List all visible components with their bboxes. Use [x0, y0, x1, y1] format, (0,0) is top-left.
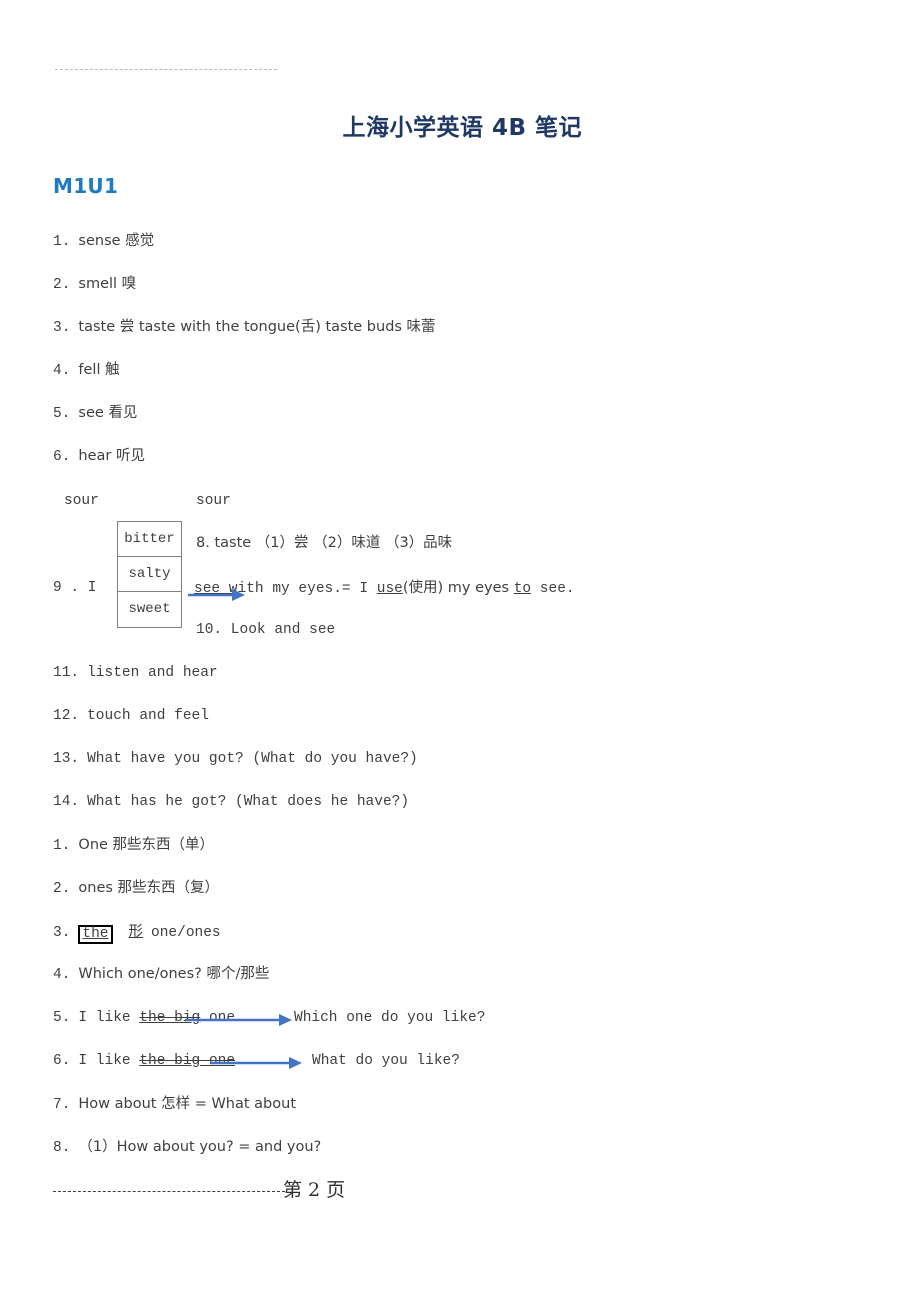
list-item: 10. Look and see	[196, 622, 336, 639]
list-item-number: 8.	[53, 1140, 71, 1156]
list-item: 11. listen and hear	[53, 665, 218, 682]
item6-mid: .	[235, 1053, 244, 1069]
header-dashed-rule	[55, 69, 277, 70]
list-item-text: One 那些东西（单）	[78, 837, 215, 853]
list-item-text: one/ones	[151, 925, 221, 941]
list-item-transform-5: 5. I like the big one.	[53, 1010, 244, 1027]
list-item: 14. What has he got? (What does he have?)	[53, 794, 410, 811]
list-item-text: 8. taste （1）尝 （2）味道 （3）品味	[196, 535, 453, 551]
item6-lead: I like	[78, 1053, 140, 1069]
list-item: 13. What have you got? (What do you have?…	[53, 751, 418, 768]
list-item-number: 4.	[53, 967, 71, 983]
section-heading-m1u1: M1U1	[53, 174, 119, 198]
table-row: sweet	[128, 601, 171, 618]
list-item: 1. sense 感觉	[53, 233, 155, 251]
list-item: 3. taste 尝 taste with the tongue(舌) taste…	[53, 319, 436, 337]
list-item-number: 2.	[53, 277, 71, 293]
underlined-see-w: see w	[194, 581, 238, 597]
list-item-text: （1）How about you? = and you?	[78, 1139, 322, 1155]
item9-segment: see.	[531, 581, 575, 597]
list-item-text: Which one/ones? 哪个/那些	[78, 966, 270, 982]
page-footer: 第 2 页	[53, 1178, 453, 1205]
footer-dashed-rule	[53, 1191, 285, 1192]
flavour-table: bitter salty sweet	[117, 521, 182, 628]
list-item-text: hear 听见	[78, 448, 145, 464]
page-number-label: 第 2 页	[283, 1179, 346, 1201]
list-item: 2. ones 那些东西（复）	[53, 880, 220, 898]
underlined-to: to	[513, 581, 532, 597]
list-item-number: 3.	[53, 320, 71, 336]
underlined-form-char: 形	[128, 924, 144, 940]
list-item-number: 5.	[53, 406, 71, 422]
list-item: 12. touch and feel	[53, 708, 209, 725]
list-item-the-form: 3. the 形 one/ones	[53, 924, 221, 945]
list-item: 8. （1）How about you? = and you?	[53, 1139, 322, 1157]
list-item-text: sense 感觉	[78, 233, 155, 249]
list-item-text: 10. Look and see	[196, 622, 336, 638]
list-item-text: fell 触	[78, 362, 120, 378]
list-item-text: What has he got? (What does he have?)	[87, 794, 410, 810]
list-item-text: smell 嗅	[78, 276, 137, 292]
list-item-text: What do you like?	[312, 1053, 460, 1069]
item9-segment: ith my eyes.= I	[237, 581, 377, 597]
list-item: 1. One 那些东西（单）	[53, 837, 215, 855]
item9-segment: (使用) my eyes	[402, 580, 514, 596]
struck-the-big: the big	[139, 1010, 201, 1026]
item5-result: Which one do you like?	[294, 1010, 486, 1027]
item5-mid: one.	[200, 1010, 244, 1026]
list-item-number: 14.	[53, 794, 80, 810]
page-title: 上海小学英语 4B 笔记	[342, 115, 582, 141]
list-item-number: 6.	[53, 1053, 71, 1069]
list-item-number: 1.	[53, 234, 71, 250]
list-item-number: 2.	[53, 881, 71, 897]
struck-the-big-one: the big one	[139, 1053, 236, 1069]
list-item: 6. hear 听见	[53, 448, 145, 466]
list-item-text: listen and hear	[87, 665, 218, 681]
sour-label-right: sour	[196, 493, 231, 509]
list-item-number: 1.	[53, 838, 71, 854]
list-item-number: 12.	[53, 708, 80, 724]
list-item-number: 4.	[53, 363, 71, 379]
list-item-text: Which one do you like?	[294, 1010, 486, 1026]
list-item-9-number: 9 . I	[53, 580, 97, 597]
list-item-number: 13.	[53, 751, 80, 767]
list-item-number: 9 . I	[53, 580, 97, 596]
list-item-number: 11.	[53, 665, 80, 681]
list-item-number: 6.	[53, 449, 71, 465]
list-item-text: taste 尝 taste with the tongue(舌) taste b…	[78, 319, 436, 335]
list-item-text: touch and feel	[87, 708, 209, 724]
boxed-the: the	[78, 925, 113, 945]
item6-result: What do you like?	[312, 1053, 460, 1070]
list-item: 2. smell 嗅	[53, 276, 137, 294]
list-item: 7. How about 怎样 = What about	[53, 1096, 297, 1114]
list-item-text: What have you got? (What do you have?)	[87, 751, 418, 767]
list-item-number: 3.	[53, 925, 71, 941]
list-item: 4. fell 触	[53, 362, 120, 380]
list-item: 4. Which one/ones? 哪个/那些	[53, 966, 270, 984]
list-item-text: How about 怎样 = What about	[78, 1096, 297, 1112]
list-item-transform-6: 6. I like the big one.	[53, 1053, 244, 1070]
list-item-text: see 看见	[78, 405, 138, 421]
item5-lead: I like	[78, 1010, 140, 1026]
underlined-use: use	[376, 581, 403, 597]
list-item-9-text: see with my eyes.= I use(使用) my eyes to …	[194, 580, 575, 598]
table-row: salty	[118, 557, 181, 592]
list-item-number: 7.	[53, 1097, 71, 1113]
table-row: bitter	[118, 522, 181, 557]
list-item: 5. see 看见	[53, 405, 138, 423]
list-item-number: 5.	[53, 1010, 71, 1026]
sour-label-left: sour	[64, 493, 99, 509]
list-item-taste-meanings: 8. taste （1）尝 （2）味道 （3）品味	[196, 535, 453, 553]
list-item-text: ones 那些东西（复）	[78, 880, 220, 896]
document-page: 上海小学英语 4B 笔记 M1U1 1. sense 感觉 2. smell 嗅 3…	[0, 0, 920, 1302]
